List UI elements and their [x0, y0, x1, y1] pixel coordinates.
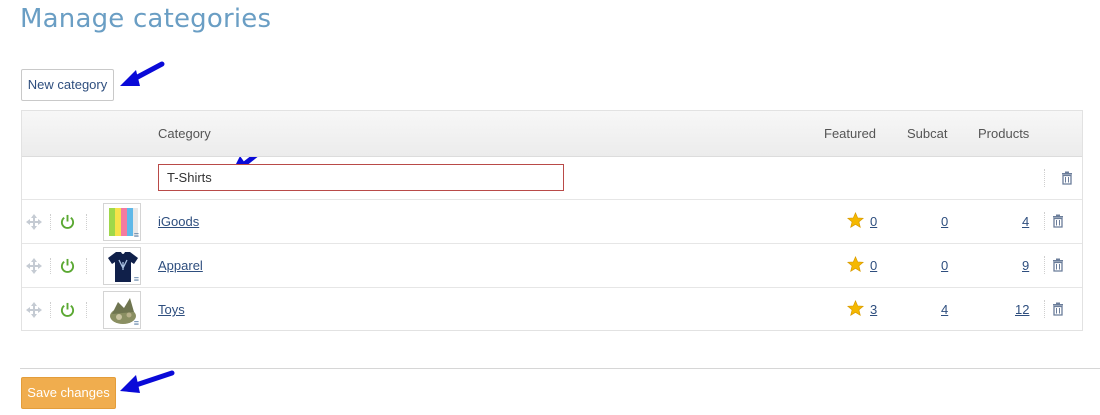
row-divider: [1044, 169, 1045, 187]
category-link[interactable]: iGoods: [158, 214, 199, 229]
featured-count-link[interactable]: 0: [870, 214, 877, 229]
category-link[interactable]: Apparel: [158, 258, 203, 273]
star-icon[interactable]: [847, 256, 864, 273]
subcat-count-link[interactable]: 0: [941, 258, 948, 273]
featured-count-link[interactable]: 3: [870, 302, 877, 317]
menu-icon: ≡: [133, 318, 139, 328]
column-header-featured: Featured: [824, 126, 877, 141]
column-header-category: Category: [158, 126, 211, 141]
table-row: ≡ iGoods 0 0 4: [22, 200, 1082, 244]
row-divider: [86, 258, 87, 274]
annotation-arrow-icon: [120, 370, 175, 393]
annotation-arrow-icon: [120, 61, 165, 86]
category-thumbnail[interactable]: ≡: [103, 247, 141, 285]
category-thumbnail[interactable]: ≡: [103, 291, 141, 329]
row-divider: [86, 214, 87, 230]
trash-icon[interactable]: [1052, 214, 1064, 228]
row-divider: [1044, 256, 1045, 274]
trash-icon[interactable]: [1052, 258, 1064, 272]
column-header-products: Products: [978, 126, 1030, 141]
column-header-subcat: Subcat: [907, 126, 948, 141]
category-name-input[interactable]: [158, 164, 564, 191]
trash-icon[interactable]: [1052, 302, 1064, 316]
page-title: Manage categories: [20, 4, 272, 34]
trash-icon[interactable]: [1061, 171, 1073, 185]
subcat-count-link[interactable]: 4: [941, 302, 948, 317]
new-category-row: [22, 157, 1082, 200]
menu-icon: ≡: [133, 230, 139, 240]
star-icon[interactable]: [847, 300, 864, 317]
move-handle-icon[interactable]: [26, 302, 42, 318]
category-link[interactable]: Toys: [158, 302, 185, 317]
menu-icon: ≡: [133, 274, 139, 284]
table-header: Category Featured Subcat Products: [22, 111, 1082, 157]
table-row: ≡ Toys 3 4 12: [22, 288, 1082, 331]
footer-divider: [20, 368, 1100, 369]
featured-count-link[interactable]: 0: [870, 258, 877, 273]
move-handle-icon[interactable]: [26, 258, 42, 274]
row-divider: [1044, 300, 1045, 318]
power-toggle-icon[interactable]: [60, 302, 75, 317]
save-changes-button[interactable]: Save changes: [21, 377, 116, 409]
power-toggle-icon[interactable]: [60, 258, 75, 273]
row-divider: [50, 214, 51, 230]
star-icon[interactable]: [847, 212, 864, 229]
products-count-link[interactable]: 12: [1015, 302, 1029, 317]
new-category-button[interactable]: New category: [21, 69, 114, 101]
subcat-count-link[interactable]: 0: [941, 214, 948, 229]
table-row: ≡ Apparel 0 0 9: [22, 244, 1082, 288]
row-divider: [50, 258, 51, 274]
category-thumbnail[interactable]: ≡: [103, 203, 141, 241]
products-count-link[interactable]: 4: [1022, 214, 1029, 229]
move-handle-icon[interactable]: [26, 214, 42, 230]
power-toggle-icon[interactable]: [60, 214, 75, 229]
row-divider: [50, 302, 51, 318]
products-count-link[interactable]: 9: [1022, 258, 1029, 273]
categories-table: Category Featured Subcat Products T-Shir…: [21, 110, 1083, 331]
row-divider: [86, 302, 87, 318]
row-divider: [1044, 212, 1045, 230]
